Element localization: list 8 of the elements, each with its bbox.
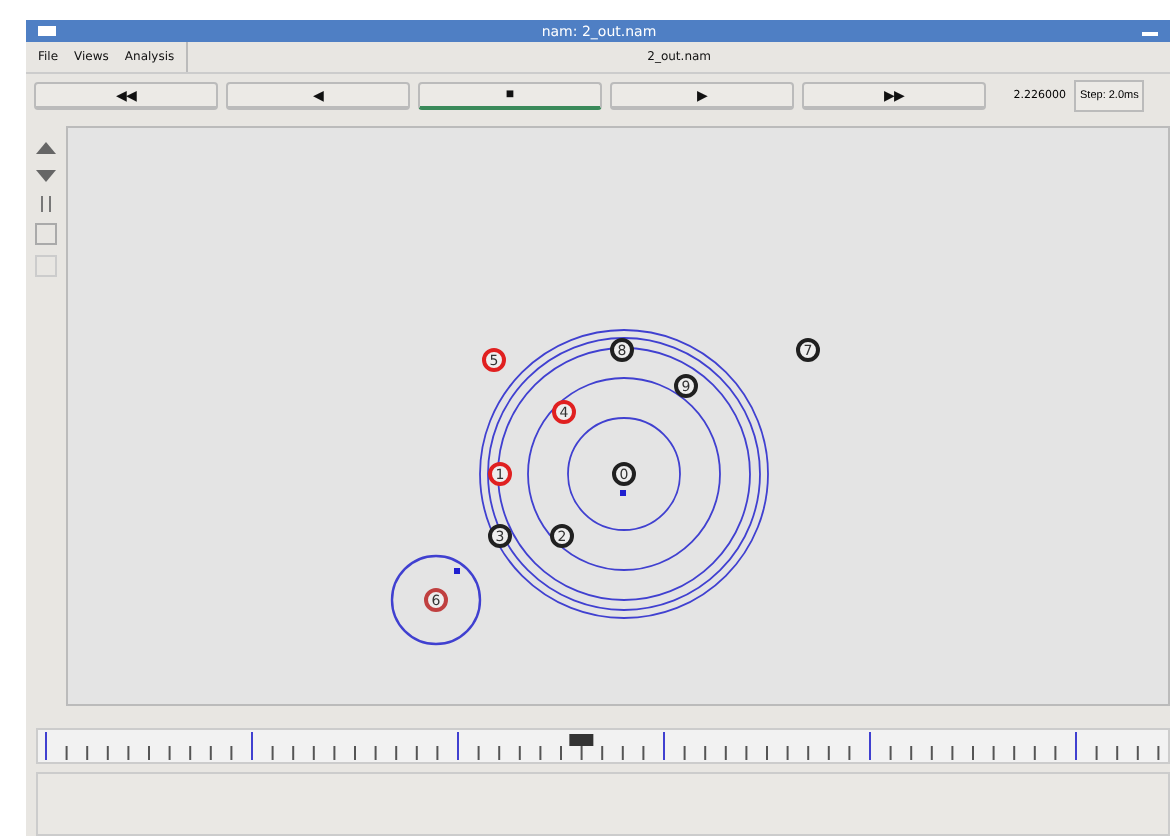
wave-ring bbox=[390, 554, 482, 646]
time-marker[interactable] bbox=[569, 734, 594, 746]
packet bbox=[454, 568, 460, 574]
timeline-slider[interactable] bbox=[36, 728, 1170, 764]
packet bbox=[620, 490, 626, 496]
zoom-out-icon[interactable] bbox=[34, 166, 58, 186]
minimize-icon[interactable] bbox=[1141, 26, 1158, 36]
zoom-in-icon[interactable] bbox=[34, 138, 58, 158]
